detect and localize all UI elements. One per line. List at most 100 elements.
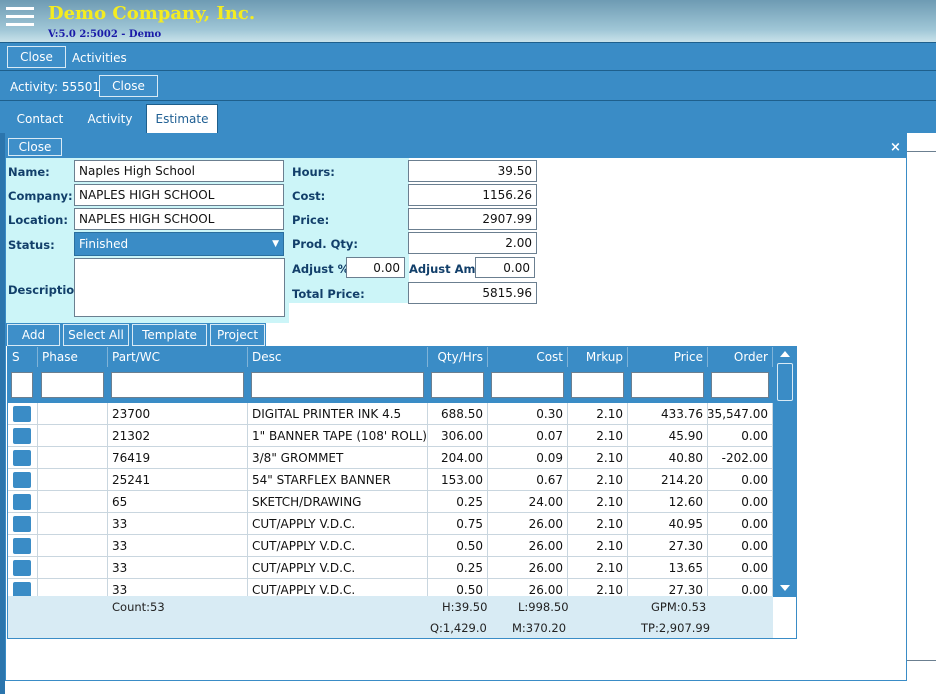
row-select-button[interactable] xyxy=(13,450,31,466)
cell-order: 0.00 xyxy=(708,469,773,491)
price-field[interactable]: 2907.99 xyxy=(408,208,537,230)
adjust-amt-field[interactable]: 0.00 xyxy=(475,257,535,278)
cost-field[interactable]: 1156.26 xyxy=(408,184,537,206)
table-row[interactable]: 33 CUT/APPLY V.D.C. 0.75 26.00 2.10 40.95 0.00 xyxy=(8,513,773,535)
filter-mrkup[interactable] xyxy=(571,372,624,398)
adjust-pct-field[interactable]: 0.00 xyxy=(346,257,405,278)
table-row[interactable]: 21302 1" BANNER TAPE (108' ROLL) 306.00 0.0… xyxy=(8,425,773,447)
cell-desc: SKETCH/DRAWING xyxy=(248,491,428,513)
table-row[interactable]: 65 SKETCH/DRAWING 0.25 24.00 2.10 12.60 0.00 xyxy=(8,491,773,513)
row-select-button[interactable] xyxy=(13,494,31,510)
col-header-order[interactable]: Order xyxy=(708,347,773,367)
row-select-button[interactable] xyxy=(13,560,31,576)
cell-select xyxy=(8,447,38,469)
table-row[interactable]: 25241 54" STARFLEX BANNER 153.00 0.67 2.10 21… xyxy=(8,469,773,491)
tab-estimate[interactable]: Estimate xyxy=(146,104,218,133)
cell-mrkup: 2.10 xyxy=(568,579,628,596)
close-estimate-button[interactable]: Close xyxy=(8,138,62,156)
filter-cost[interactable] xyxy=(491,372,564,398)
activity-number: Activity: 55501 xyxy=(10,80,101,94)
cell-cost: 0.67 xyxy=(488,469,568,491)
cell-desc: CUT/APPLY V.D.C. xyxy=(248,557,428,579)
table-row[interactable]: 23700 DIGITAL PRINTER INK 4.5 688.50 0.30 2.… xyxy=(8,403,773,425)
hamburger-menu-icon[interactable] xyxy=(6,7,34,27)
cell-mrkup: 2.10 xyxy=(568,557,628,579)
close-activities-button[interactable]: Close xyxy=(7,46,66,68)
filter-price[interactable] xyxy=(631,372,704,398)
row-select-button[interactable] xyxy=(13,406,31,422)
table-row[interactable]: 33 CUT/APPLY V.D.C. 0.25 26.00 2.10 13.65 0.00 xyxy=(8,557,773,579)
cell-price: 214.20 xyxy=(628,469,708,491)
filter-qty[interactable] xyxy=(431,372,484,398)
cell-desc: 54" STARFLEX BANNER xyxy=(248,469,428,491)
filter-order[interactable] xyxy=(711,372,769,398)
company-label: Company: xyxy=(8,189,73,203)
company-field[interactable]: NAPLES HIGH SCHOOL xyxy=(74,184,284,206)
tab-activity[interactable]: Activity xyxy=(78,105,142,132)
tab-contact[interactable]: Contact xyxy=(8,105,72,132)
filter-part[interactable] xyxy=(111,372,244,398)
cell-qty: 688.50 xyxy=(428,403,488,425)
col-header-mrkup[interactable]: Mrkup xyxy=(568,347,628,367)
col-header-cost[interactable]: Cost xyxy=(488,347,568,367)
cell-select xyxy=(8,535,38,557)
select-all-button[interactable]: Select All xyxy=(63,324,129,346)
location-field[interactable]: NAPLES HIGH SCHOOL xyxy=(74,208,284,230)
status-select[interactable]: Finished ▼ xyxy=(74,232,284,256)
table-row[interactable]: 76419 3/8" GROMMET 204.00 0.09 2.10 40.80 -202… xyxy=(8,447,773,469)
activities-bar xyxy=(0,42,936,70)
filter-s[interactable] xyxy=(11,372,33,398)
cell-cost: 26.00 xyxy=(488,513,568,535)
scroll-up-icon[interactable] xyxy=(780,351,790,357)
cell-cost: 0.09 xyxy=(488,447,568,469)
footer-labor: L:998.50 xyxy=(518,600,569,614)
row-select-button[interactable] xyxy=(13,582,31,596)
col-header-desc[interactable]: Desc xyxy=(248,347,428,367)
template-button[interactable]: Template xyxy=(132,324,207,346)
background-panel xyxy=(907,151,936,661)
status-value: Finished xyxy=(79,237,129,251)
filter-phase[interactable] xyxy=(41,372,104,398)
table-row[interactable]: 33 CUT/APPLY V.D.C. 0.50 26.00 2.10 27.30 0.00 xyxy=(8,535,773,557)
row-select-button[interactable] xyxy=(13,472,31,488)
cell-cost: 26.00 xyxy=(488,579,568,596)
name-field[interactable]: Naples High School xyxy=(74,160,284,182)
add-button[interactable]: Add xyxy=(7,324,60,346)
total-price-field[interactable]: 5815.96 xyxy=(408,282,537,304)
cell-desc: DIGITAL PRINTER INK 4.5 xyxy=(248,403,428,425)
col-header-phase[interactable]: Phase xyxy=(38,347,108,367)
filter-row xyxy=(8,367,773,403)
cell-select xyxy=(8,469,38,491)
scrollbar-thumb[interactable] xyxy=(777,363,793,401)
grid-scrollbar[interactable] xyxy=(773,347,796,597)
table-row[interactable]: 33 CUT/APPLY V.D.C. 0.50 26.00 2.10 27.30 0.00 xyxy=(8,579,773,596)
hours-label: Hours: xyxy=(292,165,335,179)
filter-desc[interactable] xyxy=(251,372,424,398)
cell-price: 27.30 xyxy=(628,535,708,557)
row-select-button[interactable] xyxy=(13,428,31,444)
cell-phase xyxy=(38,425,108,447)
col-header-qty[interactable]: Qty/Hrs xyxy=(428,347,488,367)
cell-qty: 306.00 xyxy=(428,425,488,447)
cell-qty: 0.25 xyxy=(428,557,488,579)
cell-price: 13.65 xyxy=(628,557,708,579)
close-activity-button[interactable]: Close xyxy=(99,75,158,97)
scroll-down-icon[interactable] xyxy=(780,585,790,591)
col-header-s[interactable]: S xyxy=(8,347,38,367)
row-select-button[interactable] xyxy=(13,538,31,554)
description-field[interactable] xyxy=(74,258,285,317)
project-button[interactable]: Project xyxy=(210,324,265,346)
footer-qty: Q:1,429.0 xyxy=(430,621,487,635)
cell-mrkup: 2.10 xyxy=(568,447,628,469)
prod-qty-field[interactable]: 2.00 xyxy=(408,232,537,254)
close-icon[interactable]: × xyxy=(890,140,901,155)
grid-footer: Count:53 H:39.50 Q:1,429.0 L:998.50 M:37… xyxy=(8,596,773,638)
cell-cost: 0.30 xyxy=(488,403,568,425)
col-header-price[interactable]: Price xyxy=(628,347,708,367)
hours-field[interactable]: 39.50 xyxy=(408,160,537,182)
col-header-part[interactable]: Part/WC xyxy=(108,347,248,367)
cell-phase xyxy=(38,579,108,596)
cell-select xyxy=(8,579,38,596)
row-select-button[interactable] xyxy=(13,516,31,532)
name-label: Name: xyxy=(8,165,50,179)
